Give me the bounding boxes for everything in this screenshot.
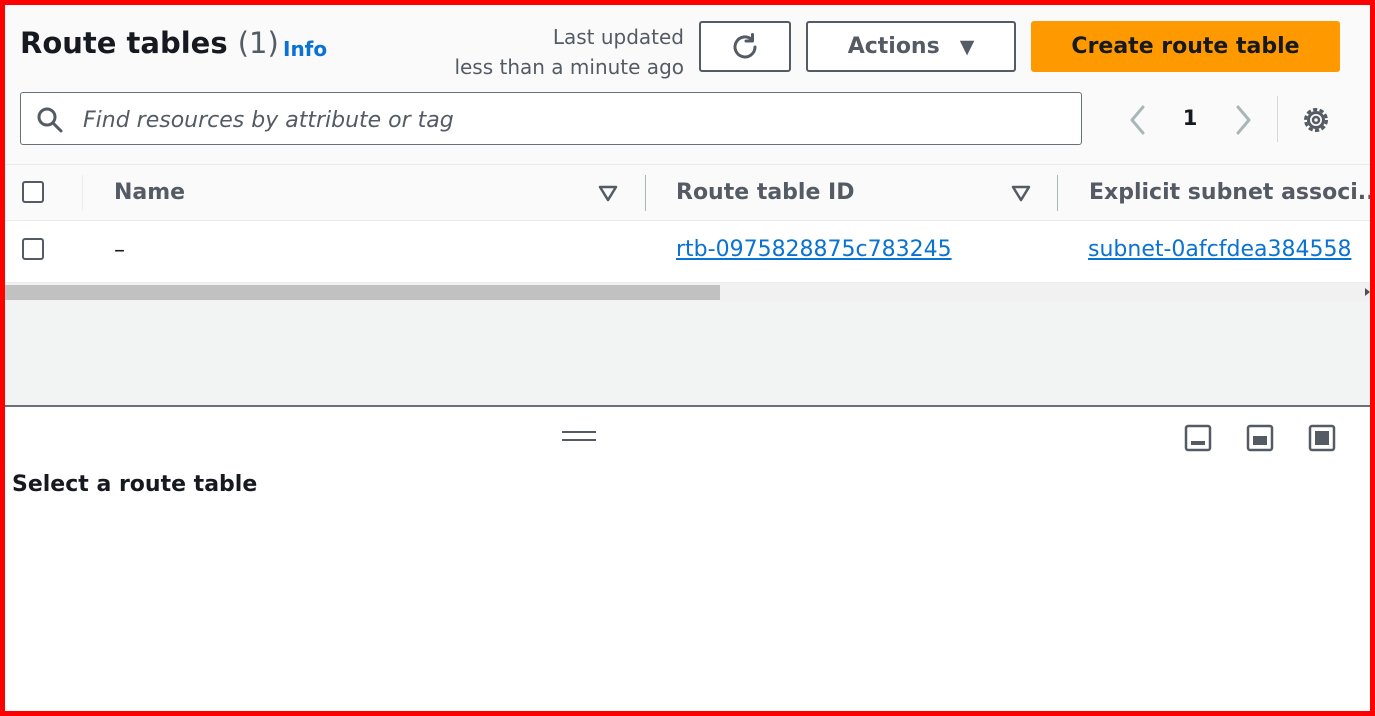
column-divider: [82, 175, 83, 211]
column-resizer[interactable]: [645, 175, 646, 211]
panel-bottom-small-icon[interactable]: [1184, 424, 1212, 452]
row-select-checkbox[interactable]: [22, 238, 44, 260]
search-input[interactable]: [81, 103, 1065, 137]
pagination-divider: [1277, 96, 1278, 142]
column-resizer[interactable]: [1057, 175, 1058, 211]
scroll-right-arrow-icon[interactable]: [1365, 288, 1370, 296]
refresh-button[interactable]: [699, 21, 791, 72]
drag-handle-icon[interactable]: [562, 431, 596, 445]
page-title: Route tables (1): [20, 26, 279, 60]
table-header-row: Name Route table ID Explicit subnet asso…: [0, 164, 1375, 221]
page-title-text: Route tables: [20, 26, 228, 60]
actions-label: Actions: [847, 34, 940, 59]
column-header-route-table-id[interactable]: Route table ID: [676, 180, 855, 205]
table-preferences-button[interactable]: [1298, 102, 1334, 138]
details-panel-title: Select a route table: [12, 472, 258, 497]
gear-icon: [1304, 108, 1328, 132]
column-header-name[interactable]: Name: [114, 180, 185, 205]
row-name-cell: –: [114, 238, 125, 263]
chevron-right-icon: [1236, 105, 1251, 135]
column-header-explicit-subnet[interactable]: Explicit subnet associ...: [1089, 180, 1375, 205]
chevron-left-icon: [1130, 105, 1145, 135]
panel-bottom-large-icon[interactable]: [1308, 424, 1336, 452]
resource-count: (1): [237, 26, 279, 60]
explicit-subnet-link[interactable]: subnet-0afcfdea384558: [1088, 237, 1351, 262]
scrollbar-thumb[interactable]: [5, 285, 720, 300]
table-row[interactable]: – rtb-0975828875c783245 subnet-0afcfdea3…: [0, 221, 1375, 283]
caret-down-icon: ▼: [959, 35, 975, 58]
sort-caret-icon[interactable]: [1009, 181, 1033, 205]
last-updated-label: Last updated: [552, 25, 684, 49]
create-route-table-button[interactable]: Create route table: [1031, 21, 1340, 72]
search-icon: [37, 107, 63, 133]
route-tables-panel: Route tables (1) Info Last updated less …: [0, 0, 1375, 406]
current-page-number[interactable]: 1: [1175, 106, 1205, 130]
select-all-checkbox[interactable]: [22, 181, 44, 203]
last-updated-time: less than a minute ago: [454, 55, 684, 79]
actions-dropdown-button[interactable]: Actions ▼: [806, 21, 1016, 72]
panel-bottom-medium-icon[interactable]: [1246, 424, 1274, 452]
route-table-id-link[interactable]: rtb-0975828875c783245: [676, 237, 952, 262]
last-updated-status: Last updated less than a minute ago: [440, 22, 684, 82]
split-panel-divider: [5, 405, 1370, 407]
previous-page-button[interactable]: [1125, 104, 1151, 136]
panel-header: Route tables (1) Info Last updated less …: [0, 0, 1375, 164]
sort-caret-icon[interactable]: [596, 181, 620, 205]
refresh-icon: [733, 32, 757, 58]
search-box[interactable]: [20, 92, 1082, 145]
horizontal-scrollbar[interactable]: [5, 284, 1370, 301]
next-page-button[interactable]: [1230, 104, 1256, 136]
info-link[interactable]: Info: [283, 37, 327, 61]
